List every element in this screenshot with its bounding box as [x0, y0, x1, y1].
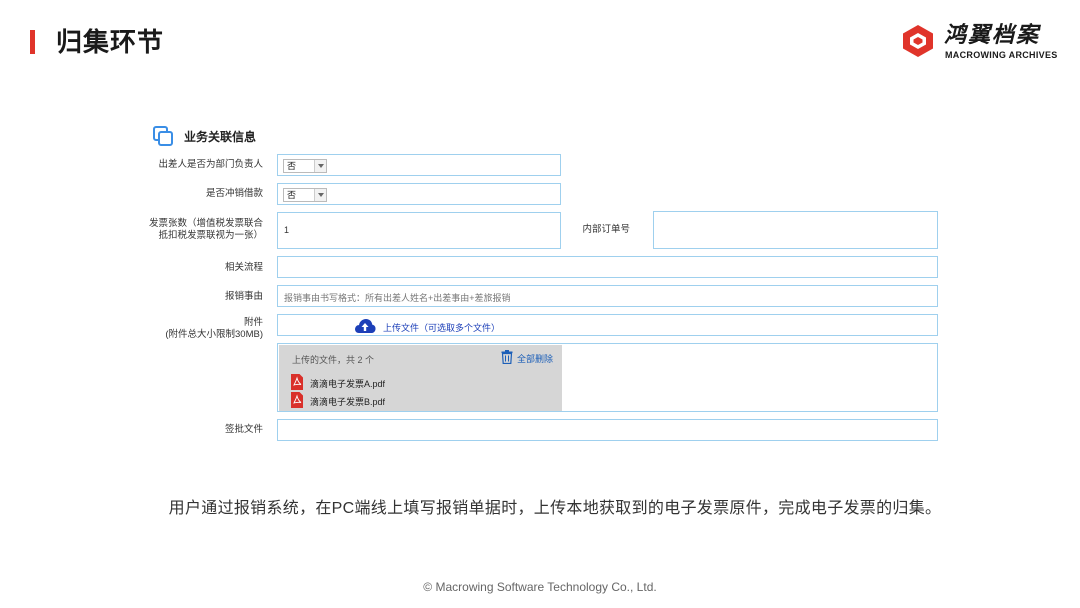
dept-head-label: 出差人是否为部门负责人 — [158, 159, 263, 170]
approval-file-label: 签批文件 — [224, 424, 263, 435]
related-process-input[interactable] — [277, 256, 938, 278]
reimburse-reason-input[interactable]: 报销事由书写格式：所有出差人姓名+出差事由+差旅报销 — [277, 285, 938, 307]
logo-mark-icon — [903, 25, 933, 57]
attachment-label: 附件 (附件总大小限制30MB) — [165, 317, 263, 340]
internal-order-label: 内部订单号 — [582, 224, 630, 235]
copyright-footer: © Macrowing Software Technology Co., Ltd… — [423, 580, 657, 594]
internal-order-input[interactable] — [653, 211, 938, 249]
uploaded-files-panel: 上传的文件，共 2 个 全部删除 滴滴电子发票A.pdf 滴滴电子发票B.pdf — [277, 343, 938, 412]
loan-offset-label: 是否冲销借款 — [205, 188, 263, 199]
loan-offset-field: 否 — [277, 183, 561, 205]
uploaded-files-area: 上传的文件，共 2 个 全部删除 滴滴电子发票A.pdf 滴滴电子发票B.pdf — [279, 345, 562, 411]
uploaded-count: 上传的文件，共 2 个 — [292, 355, 375, 365]
approval-file-input[interactable] — [277, 419, 938, 441]
dept-head-field: 否 — [277, 154, 561, 176]
uploaded-file-item[interactable]: 滴滴电子发票A.pdf — [291, 374, 491, 390]
related-process-label: 相关流程 — [224, 262, 263, 273]
chevron-down-icon — [314, 189, 326, 201]
loan-offset-select[interactable]: 否 — [283, 188, 327, 202]
company-logo: 鸿翼档案 MACROWING ARCHIVES — [902, 22, 1062, 62]
upload-file-button[interactable]: 上传文件（可选取多个文件） — [354, 317, 524, 335]
reimburse-reason-label: 报销事由 — [224, 291, 263, 302]
slide-caption: 用户通过报销系统，在PC端线上填写报销单据时，上传本地获取到的电子发票原件，完成… — [168, 500, 942, 517]
attachment-field: 上传文件（可选取多个文件） — [277, 314, 938, 336]
pdf-file-icon — [291, 374, 303, 390]
section-title: 业务关联信息 — [184, 130, 257, 144]
logo-name-en: MACROWING ARCHIVES — [945, 50, 1058, 60]
dept-head-select[interactable]: 否 — [283, 159, 327, 173]
cloud-upload-icon — [355, 319, 376, 333]
title-accent-bar — [30, 30, 35, 54]
pdf-file-icon — [291, 392, 303, 408]
invoice-count-label: 发票张数（增值税发票联合 抵扣税发票联视为一张） — [148, 218, 263, 241]
trash-icon — [501, 350, 513, 364]
uploaded-file-item[interactable]: 滴滴电子发票B.pdf — [291, 392, 491, 408]
page-title: 归集环节 — [56, 27, 165, 57]
logo-name-cn: 鸿翼档案 — [944, 22, 1041, 47]
chevron-down-icon — [314, 160, 326, 172]
reimburse-reason-placeholder: 报销事由书写格式：所有出差人姓名+出差事由+差旅报销 — [284, 293, 511, 303]
copy-icon — [153, 126, 173, 146]
invoice-count-input[interactable]: 1 — [277, 212, 561, 249]
